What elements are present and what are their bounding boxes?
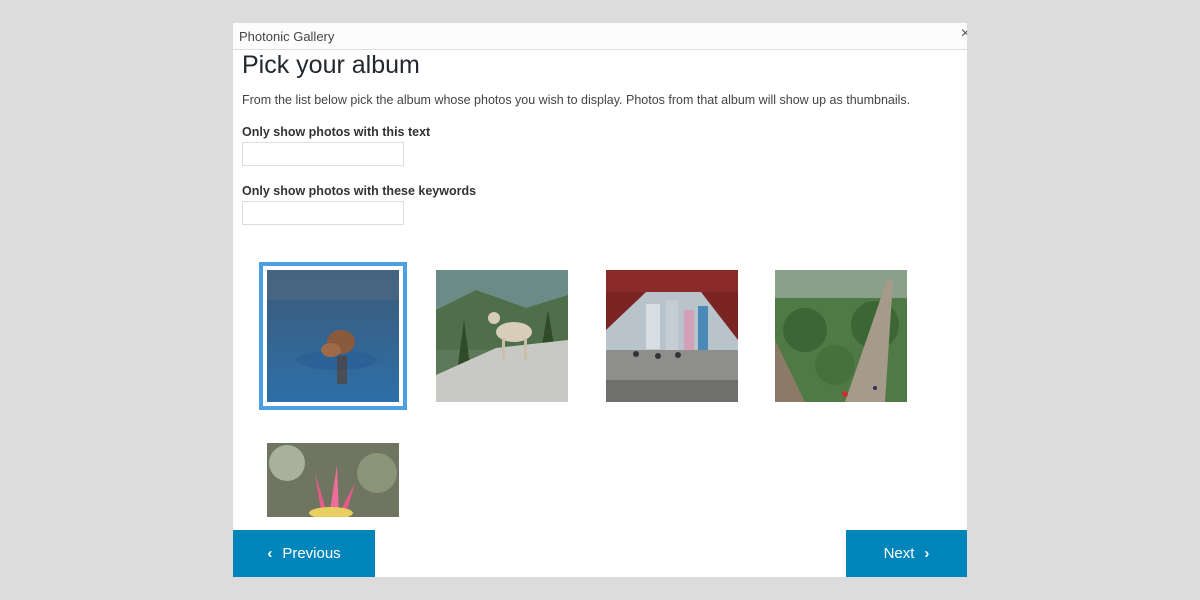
album-thumbnail-great-wall[interactable]	[775, 270, 907, 402]
city-street-image	[606, 270, 738, 402]
next-button[interactable]: Next ›	[846, 530, 967, 577]
album-thumbnail-mountain-goat[interactable]	[436, 270, 568, 402]
album-thumbnail-pink-flower[interactable]	[267, 443, 399, 517]
animal-in-water-image	[267, 270, 399, 402]
page-title: Pick your album	[242, 51, 420, 79]
album-thumbnail-animal-in-water[interactable]	[259, 262, 407, 410]
text-filter-label: Only show photos with this text	[242, 125, 431, 139]
photonic-dialog: Photonic Gallery × Pick your album From …	[233, 23, 967, 577]
pink-flower-image	[267, 443, 399, 517]
chevron-left-icon: ‹	[267, 545, 273, 562]
keywords-filter-input[interactable]	[242, 201, 404, 225]
mountain-goat-image	[436, 270, 568, 402]
keywords-filter-label: Only show photos with these keywords	[242, 184, 477, 198]
close-icon[interactable]: ×	[961, 25, 967, 43]
dialog-title: Photonic Gallery	[239, 29, 335, 44]
previous-button-label: Previous	[282, 545, 341, 562]
page-description: From the list below pick the album whose…	[242, 93, 911, 107]
text-filter-input[interactable]	[242, 142, 404, 166]
next-button-label: Next	[883, 545, 915, 562]
dialog-titlebar: Photonic Gallery ×	[233, 23, 967, 50]
great-wall-image	[775, 270, 907, 402]
album-thumbnail-city-street[interactable]	[606, 270, 738, 402]
previous-button[interactable]: ‹ Previous	[233, 530, 375, 577]
chevron-right-icon: ›	[924, 545, 930, 562]
